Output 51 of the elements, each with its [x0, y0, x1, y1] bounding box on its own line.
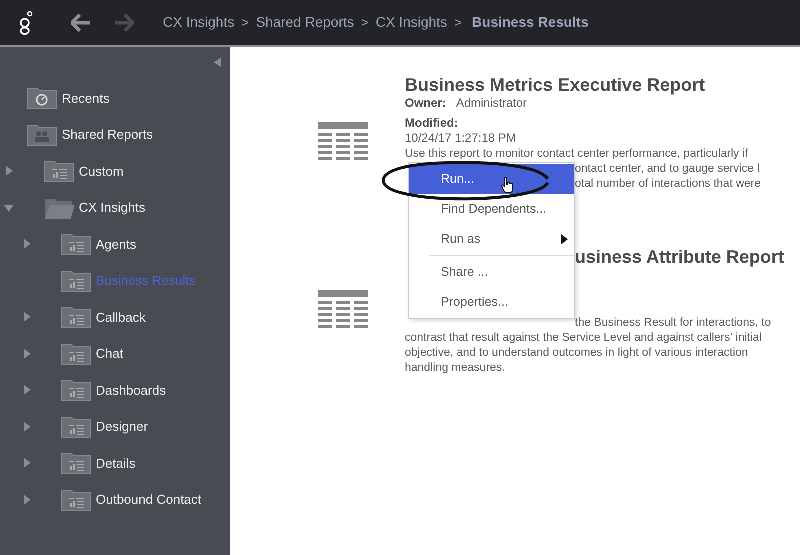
report-title[interactable]: usiness Attribute Report — [575, 247, 784, 267]
collapsed-arrow-icon[interactable] — [22, 422, 32, 432]
logo-icon — [19, 10, 33, 34]
menu-item[interactable]: Run as — [409, 224, 574, 254]
breadcrumb-link[interactable]: CX Insights — [376, 12, 448, 33]
report-description-line: otal number of interactions that were — [575, 178, 762, 190]
breadcrumb-separator: > — [454, 14, 462, 32]
report-description-line: contrast that result against the Service Level and against callers' initial — [405, 332, 762, 344]
menu-item[interactable]: Find Dependents... — [409, 194, 574, 224]
menu-item[interactable]: Properties... — [409, 287, 574, 317]
tree-item[interactable]: Designer — [96, 417, 148, 436]
report-description-line: handling measures. — [405, 362, 506, 374]
breadcrumb-link[interactable]: CX Insights — [163, 12, 235, 33]
report-table-icon — [318, 290, 368, 328]
collapse-arrow-icon[interactable] — [214, 58, 221, 67]
owner-label: Owner: — [405, 96, 446, 111]
collapsed-arrow-icon[interactable] — [22, 458, 32, 468]
collapsed-arrow-icon[interactable] — [22, 239, 32, 250]
breadcrumb-link[interactable]: Business Results — [472, 12, 589, 33]
collapsed-arrow-icon[interactable] — [22, 348, 32, 359]
tree-item[interactable]: Recents — [62, 88, 110, 108]
expanded-arrow-icon[interactable] — [4, 202, 14, 213]
breadcrumb-separator: > — [242, 14, 250, 32]
collapsed-arrow-icon[interactable] — [22, 385, 32, 396]
tree-item[interactable]: Shared Reports — [62, 125, 154, 144]
collapsed-arrow-icon[interactable] — [22, 494, 32, 505]
collapsed-arrow-icon[interactable] — [4, 166, 14, 176]
modified-label: Modified: — [405, 116, 458, 130]
tree-item[interactable]: Custom — [79, 162, 124, 181]
back-arrow-icon[interactable] — [71, 14, 91, 32]
breadcrumb-link[interactable]: Shared Reports — [256, 12, 354, 33]
tree-item[interactable]: Chat — [96, 344, 124, 364]
collapsed-arrow-icon[interactable] — [22, 312, 32, 322]
tree-item[interactable]: Outbound Contact — [96, 490, 202, 510]
owner-value: Administrator — [456, 96, 528, 111]
tree-item[interactable]: Details — [96, 454, 136, 473]
menu-item[interactable]: Run... — [409, 164, 574, 194]
hand-cursor-icon — [501, 177, 515, 194]
report-description-line: objective, and to understand outcomes in light of various interaction — [405, 347, 748, 359]
modified-value: 10/24/17 1:27:18 PM — [405, 131, 516, 145]
menu-item[interactable]: Share ... — [409, 257, 574, 287]
tree-item[interactable]: CX Insights — [79, 198, 146, 218]
report-description-line: the Business Result for interactions, to — [575, 317, 772, 329]
breadcrumb-separator: > — [361, 14, 369, 32]
report-title[interactable]: Business Metrics Executive Report — [405, 75, 706, 95]
report-table-icon — [318, 122, 368, 160]
report-description-line: ontact center, and to gauge service l — [575, 163, 760, 175]
report-description-line: Use this report to monitor contact center performance, particularly if — [405, 148, 748, 160]
tree-item[interactable]: Callback — [96, 308, 146, 327]
tree-item[interactable]: Agents — [96, 234, 136, 254]
tree-item[interactable]: Dashboards — [96, 380, 166, 400]
